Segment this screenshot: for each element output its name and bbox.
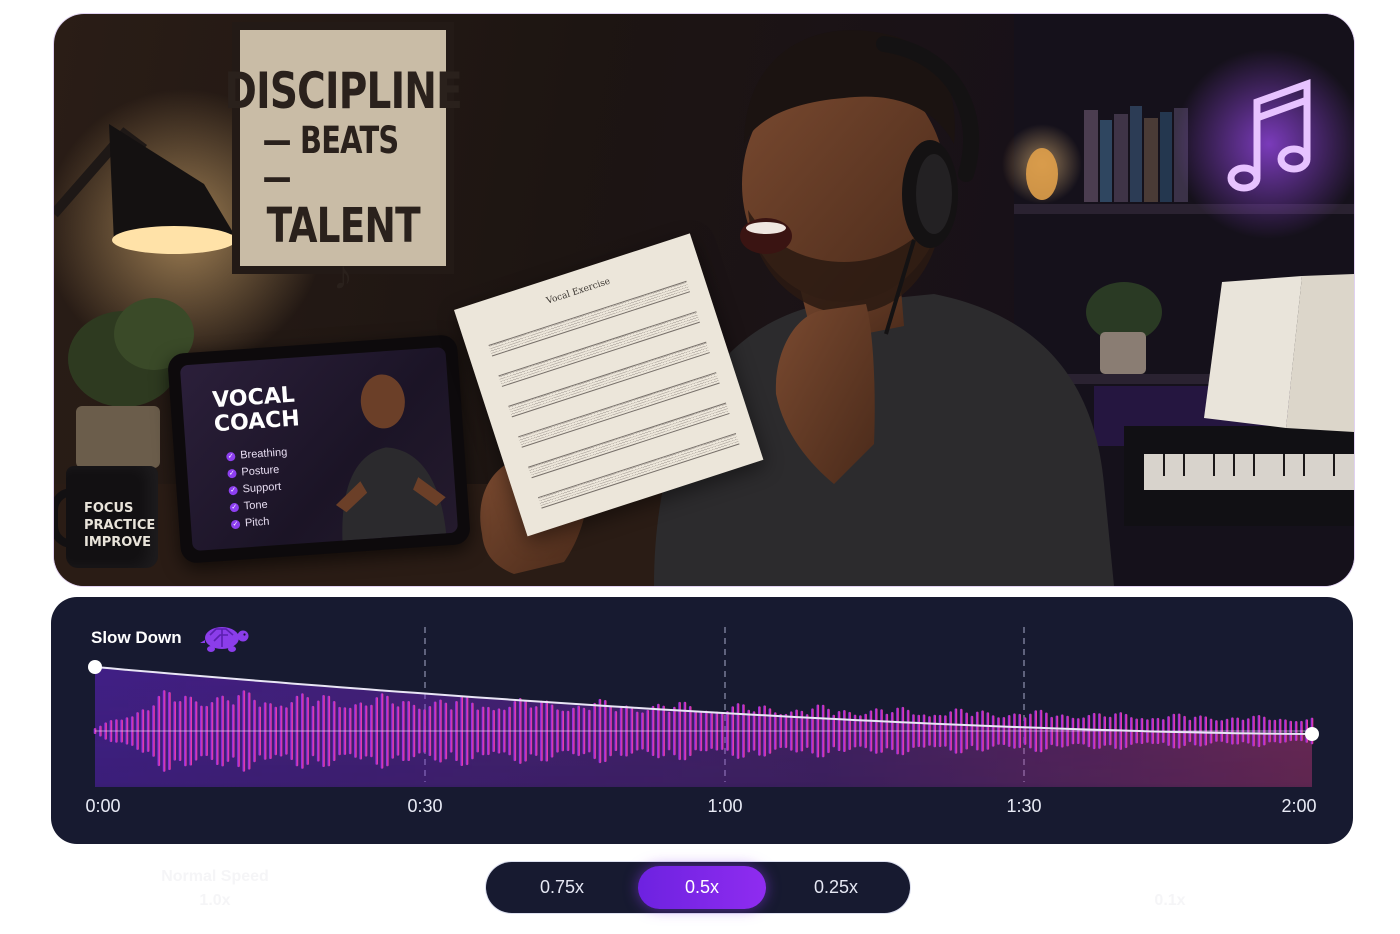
faded-min-speed-value: 0.1x xyxy=(1154,892,1186,909)
poster-line-2: — BEATS — xyxy=(262,119,400,199)
curve-end-handle[interactable] xyxy=(1305,727,1319,741)
curve-start-handle[interactable] xyxy=(88,660,102,674)
checklist-item-label: Pitch xyxy=(244,515,270,530)
mug-line-3: IMPROVE xyxy=(84,535,151,550)
check-icon: ✓ xyxy=(227,468,237,479)
time-label-0: 0:00 xyxy=(85,796,121,816)
mug-line-2: PRACTICE xyxy=(84,518,156,533)
checklist-item-label: Tone xyxy=(243,498,269,513)
poster-line-1: DISCIPLINE xyxy=(224,62,462,120)
check-icon: ✓ xyxy=(228,485,238,496)
speed-option-0-75x[interactable]: 0.75x xyxy=(498,866,626,909)
checklist-item-label: Support xyxy=(242,480,282,496)
poster-line-3: TALENT xyxy=(266,198,420,254)
faded-normal-speed-label: Normal Speed xyxy=(161,868,269,885)
hero-scene-image: DISCIPLINE — BEATS — TALENT ♪ VOCAL COAC… xyxy=(54,14,1354,586)
coffee-mug: FOCUS PRACTICE IMPROVE xyxy=(54,466,158,568)
tablet-checklist: ✓ Breathing ✓ Posture ✓ Support ✓ Tone ✓ Pitc… xyxy=(226,444,293,533)
time-label-3: 1:30 xyxy=(1006,796,1042,816)
slowdown-area xyxy=(95,667,1312,787)
tablet-screen: VOCAL COACH ✓ Breathing ✓ Posture ✓ Support… xyxy=(179,346,459,552)
coach-video-thumbnail xyxy=(335,374,447,541)
faded-normal-speed-value: 1.0x xyxy=(199,892,231,909)
check-icon: ✓ xyxy=(229,502,240,513)
time-label-2: 1:00 xyxy=(707,796,743,816)
tablet-title: VOCAL COACH xyxy=(211,382,301,438)
slow-down-label: Slow Down xyxy=(91,628,182,647)
motivational-poster: DISCIPLINE — BEATS — TALENT ♪ xyxy=(224,22,463,298)
speed-option-0-5x[interactable]: 0.5x xyxy=(638,866,766,909)
mug-line-1: FOCUS xyxy=(84,501,134,516)
turtle-icon xyxy=(200,627,249,652)
mug-text: FOCUS PRACTICE IMPROVE xyxy=(84,500,155,551)
mug-handle xyxy=(54,488,80,548)
check-icon: ✓ xyxy=(226,451,236,462)
tablet-device: VOCAL COACH ✓ Breathing ✓ Posture ✓ Support… xyxy=(167,334,471,564)
slow-down-panel: Slow Down 0:00 0:30 1:00 1:30 2:00 xyxy=(51,597,1353,844)
check-icon: ✓ xyxy=(230,519,241,530)
playback-speed-selector: 0.75x 0.5x 0.25x xyxy=(486,862,910,913)
music-note-icon: ♪ xyxy=(333,254,353,298)
speed-option-0-25x[interactable]: 0.25x xyxy=(772,866,900,909)
checklist-item-label: Breathing xyxy=(239,446,288,462)
time-label-1: 0:30 xyxy=(407,796,443,816)
time-label-4: 2:00 xyxy=(1281,796,1317,816)
